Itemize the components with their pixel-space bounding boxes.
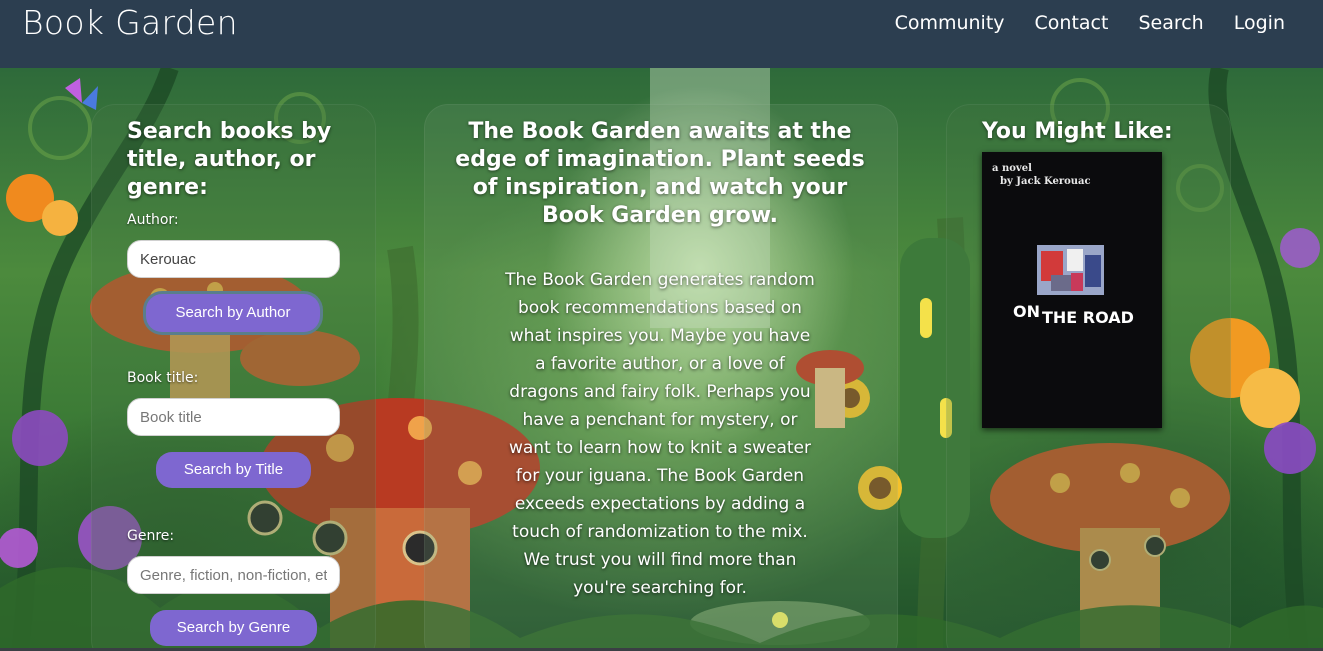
book-title-label: Book title:	[127, 370, 199, 386]
cover-title-the-road: THE ROAD	[1042, 308, 1134, 327]
search-by-genre-button[interactable]: Search by Genre	[150, 610, 317, 646]
nav-link-community[interactable]: Community	[895, 10, 1005, 36]
genre-label: Genre:	[127, 528, 175, 544]
brand-logo[interactable]: Book Garden	[0, 0, 238, 42]
navbar: Book Garden Community Contact Search Log…	[0, 0, 1323, 68]
search-by-title-button[interactable]: Search by Title	[156, 452, 311, 488]
intro-heading: The Book Garden awaits at the edge of im…	[455, 119, 865, 228]
author-input[interactable]	[127, 240, 340, 278]
search-by-author-button[interactable]: Search by Author	[146, 294, 320, 332]
book-cover-on-the-road[interactable]: a novel by Jack Kerouac ON THE ROAD	[982, 152, 1162, 428]
author-label: Author:	[127, 212, 179, 228]
intro-body: The Book Garden generates random book re…	[505, 270, 815, 598]
book-title-input[interactable]	[127, 398, 340, 436]
cover-title-on: ON	[1013, 302, 1040, 321]
recommendation-heading: You Might Like:	[982, 119, 1173, 144]
genre-input[interactable]	[127, 556, 340, 594]
search-heading: Search books by title, author, or genre:	[127, 119, 332, 200]
cover-artwork	[1037, 245, 1104, 295]
cover-author: by Jack Kerouac	[1000, 176, 1091, 187]
nav-link-search[interactable]: Search	[1138, 10, 1203, 36]
nav-link-contact[interactable]: Contact	[1035, 10, 1109, 36]
nav-link-login[interactable]: Login	[1234, 10, 1285, 36]
cover-kicker: a novel	[992, 163, 1032, 174]
nav-links: Community Contact Search Login	[865, 0, 1323, 36]
